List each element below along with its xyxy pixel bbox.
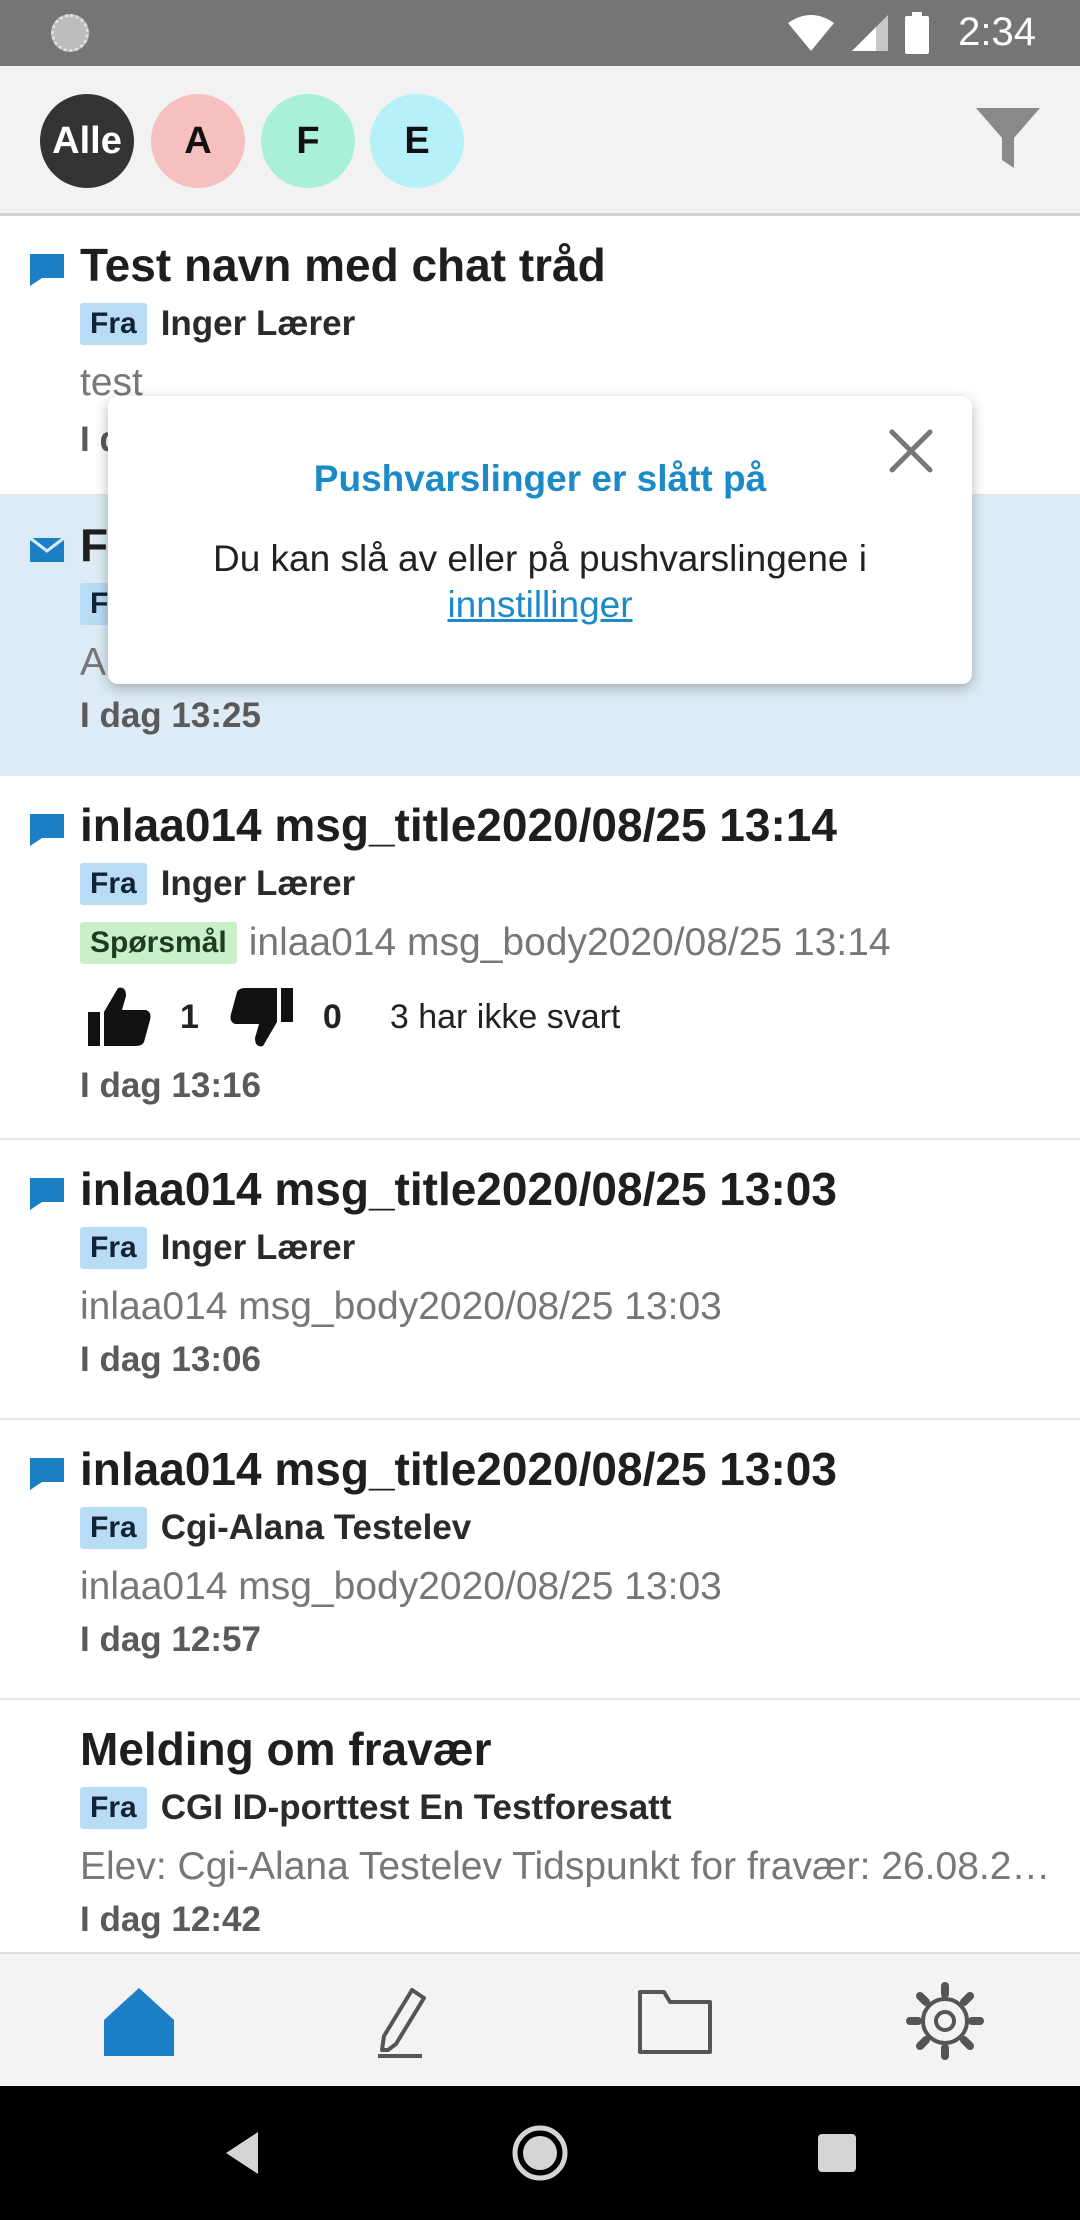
home-icon[interactable] <box>98 1980 180 2062</box>
envelope-icon <box>29 536 65 562</box>
popup-message: Du kan slå av eller på pushvarslingene i <box>212 538 868 579</box>
system-navigation <box>0 2086 1080 2220</box>
from-tag: Fra <box>80 1507 147 1549</box>
message-title: inlaa014 msg_title2020/08/25 13:14 <box>80 799 837 851</box>
message-item[interactable]: Melding om fravær Fra CGI ID-porttest En… <box>0 1700 1080 1952</box>
filter-chip-all[interactable]: Alle <box>40 94 134 188</box>
wifi-icon <box>788 15 834 51</box>
from-tag: Fra <box>80 1787 147 1829</box>
message-preview: inlaa014 msg_body2020/08/25 13:03 <box>80 1562 722 1612</box>
message-preview: Spørsmål inlaa014 msg_body2020/08/25 13:… <box>80 918 891 968</box>
message-preview: Elev: Cgi-Alana Testelev Tidspunkt for f… <box>80 1842 1060 1892</box>
message-item[interactable]: inlaa014 msg_title2020/08/25 13:14 Fra I… <box>0 776 1080 1140</box>
sender-row: Fra CGI ID-porttest En Testforesatt <box>80 1786 671 1830</box>
message-title: inlaa014 msg_title2020/08/25 13:03 <box>80 1163 837 1215</box>
sender-name: Inger Lærer <box>160 1228 356 1267</box>
message-time: I dag 12:57 <box>80 1620 261 1659</box>
status-bar: 2:34 <box>0 0 1080 66</box>
vote-row: 1 0 3 har ikke svart <box>84 982 620 1052</box>
sync-indicator-icon <box>51 14 89 52</box>
from-tag: Fra <box>80 1227 147 1269</box>
chat-bubble-icon <box>30 254 64 286</box>
bottom-navigation <box>0 1952 1080 2086</box>
message-title: Test navn med chat tråd <box>80 239 606 291</box>
message-body: inlaa014 msg_body2020/08/25 13:03 <box>80 1285 722 1328</box>
message-body: inlaa014 msg_body2020/08/25 13:14 <box>248 921 891 964</box>
settings-gear-icon[interactable] <box>904 1980 986 2062</box>
sender-name: Inger Lærer <box>160 304 356 343</box>
thumbs-up-count: 1 <box>180 997 199 1036</box>
filter-chip-f[interactable]: F <box>261 94 355 188</box>
sender-name: CGI ID-porttest En Testforesatt <box>160 1788 672 1827</box>
from-tag: Fra <box>80 303 147 345</box>
sender-row: Fra Inger Lærer <box>80 302 355 346</box>
recents-icon[interactable] <box>808 2124 866 2182</box>
home-circle-icon[interactable] <box>511 2124 569 2182</box>
settings-link[interactable]: innstillinger <box>447 584 632 625</box>
cell-signal-icon <box>852 15 888 51</box>
not-answered-count: 3 har ikke svart <box>389 997 621 1036</box>
battery-icon <box>905 12 929 54</box>
status-icons <box>786 12 930 54</box>
popup-text: Du kan slå av eller på pushvarslingene i… <box>108 536 972 628</box>
message-time: I dag 12:42 <box>80 1900 261 1939</box>
folder-icon[interactable] <box>634 1980 716 2062</box>
back-icon[interactable] <box>214 2124 272 2182</box>
compose-pencil-icon[interactable] <box>362 1980 444 2062</box>
message-title: inlaa014 msg_title2020/08/25 13:03 <box>80 1443 837 1495</box>
message-body: inlaa014 msg_body2020/08/25 13:03 <box>80 1565 722 1608</box>
popup-title: Pushvarslinger er slått på <box>313 458 767 499</box>
message-time: I dag 13:16 <box>80 1066 261 1105</box>
message-title: F <box>80 519 109 571</box>
message-time: I dag 13:25 <box>80 696 261 735</box>
thumbs-up-icon[interactable] <box>84 982 154 1052</box>
sender-name: Cgi-Alana Testelev <box>160 1508 472 1547</box>
message-preview: A <box>80 638 106 688</box>
sender-row: Fra Inger Lærer <box>80 862 355 906</box>
message-preview: inlaa014 msg_body2020/08/25 13:03 <box>80 1282 722 1332</box>
filter-chip-e[interactable]: E <box>370 94 464 188</box>
question-tag: Spørsmål <box>80 922 237 964</box>
chat-bubble-icon <box>30 814 64 846</box>
push-notification-popup: Pushvarslinger er slått på Du kan slå av… <box>108 396 972 684</box>
message-body: A <box>80 641 107 684</box>
message-title: Melding om fravær <box>80 1723 492 1775</box>
message-body: Elev: Cgi-Alana Testelev Tidspunkt for f… <box>80 1845 1060 1888</box>
chat-bubble-icon <box>30 1458 64 1490</box>
sender-name: Inger Lærer <box>160 864 356 903</box>
filter-bar: Alle A F E <box>0 66 1080 216</box>
from-tag: Fra <box>80 863 147 905</box>
message-item[interactable]: inlaa014 msg_title2020/08/25 13:03 Fra C… <box>0 1420 1080 1700</box>
filter-funnel-icon[interactable] <box>972 102 1044 174</box>
chat-bubble-icon <box>30 1178 64 1210</box>
sender-row: Fra Inger Lærer <box>80 1226 355 1270</box>
filter-chip-a[interactable]: A <box>151 94 245 188</box>
sender-row: Fra Cgi-Alana Testelev <box>80 1506 471 1550</box>
thumbs-down-icon[interactable] <box>227 982 297 1052</box>
clock: 2:34 <box>958 10 1036 54</box>
message-time: I dag 13:06 <box>80 1340 261 1379</box>
message-item[interactable]: inlaa014 msg_title2020/08/25 13:03 Fra I… <box>0 1140 1080 1420</box>
thumbs-down-count: 0 <box>322 997 342 1036</box>
